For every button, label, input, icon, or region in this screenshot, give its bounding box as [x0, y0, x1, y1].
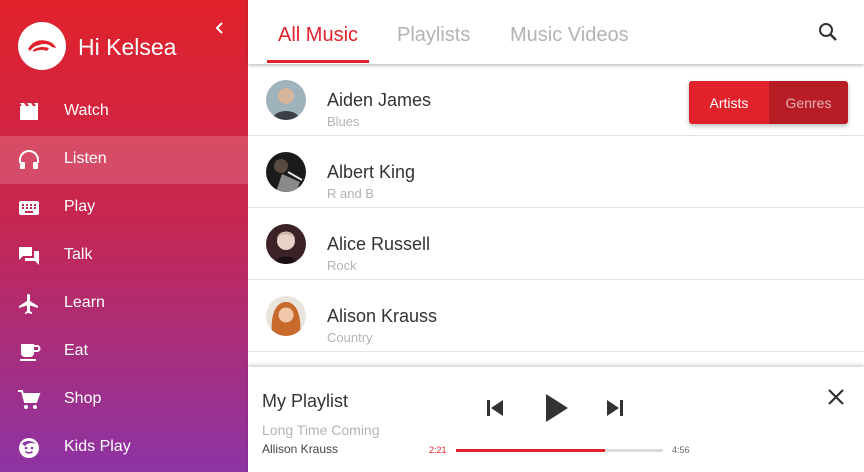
sidebar-header: Hi Kelsea — [0, 0, 248, 88]
artist-name: Aiden James — [327, 90, 432, 110]
avatar — [266, 80, 306, 120]
sidebar-item-label: Listen — [64, 150, 107, 167]
track-artist: Allison Krauss — [262, 442, 339, 456]
artist-name: Albert King — [327, 162, 416, 182]
play-icon[interactable] — [542, 392, 572, 424]
skip-previous-icon[interactable] — [484, 397, 506, 419]
tab-bar: All Music Playlists Music Videos — [248, 0, 864, 64]
progress-fill — [456, 449, 606, 452]
sidebar-item-listen[interactable]: Listen — [0, 136, 248, 184]
artists-toggle-button[interactable]: Artists — [689, 81, 769, 124]
sidebar-nav: Watch Listen Play Talk Learn Eat Shop Ki… — [0, 88, 248, 472]
search-icon[interactable] — [816, 20, 840, 44]
sidebar-item-label: Talk — [64, 246, 93, 263]
sidebar-item-label: Shop — [64, 390, 102, 407]
current-time: 2:21 — [429, 445, 447, 455]
sidebar-item-learn[interactable]: Learn — [0, 280, 248, 328]
sidebar-item-play[interactable]: Play — [0, 184, 248, 232]
sidebar-item-shop[interactable]: Shop — [0, 376, 248, 424]
skip-next-icon[interactable] — [604, 397, 626, 419]
headphones-icon — [19, 150, 39, 169]
artist-genre: R and B — [327, 186, 374, 201]
shopping-cart-icon — [18, 390, 41, 409]
greeting-text: Hi Kelsea — [78, 34, 177, 60]
sidebar-item-label: Play — [64, 198, 96, 215]
tab-playlists[interactable]: Playlists — [397, 24, 470, 47]
total-time: 4:56 — [672, 445, 690, 455]
sidebar-item-label: Learn — [64, 294, 105, 311]
artist-genre: Rock — [327, 258, 357, 273]
playlist-title: My Playlist — [262, 391, 349, 411]
tab-music-videos[interactable]: Music Videos — [510, 24, 629, 47]
avatar — [266, 152, 306, 192]
artist-name: Alison Krauss — [327, 306, 438, 326]
avatar — [266, 224, 306, 264]
sidebar-item-label: Kids Play — [64, 438, 131, 455]
tab-all-music[interactable]: All Music — [278, 24, 358, 47]
main-content: All Music Playlists Music Videos Aiden J… — [248, 0, 864, 472]
progress-bar[interactable] — [456, 449, 663, 452]
sidebar-item-watch[interactable]: Watch — [0, 88, 248, 136]
sidebar: Hi Kelsea Watch Listen Play Talk Learn E… — [0, 0, 248, 472]
list-item[interactable]: Alison Krauss Country — [248, 280, 864, 352]
artists-genres-toggle: Artists Genres — [689, 81, 848, 124]
sidebar-item-talk[interactable]: Talk — [0, 232, 248, 280]
genres-toggle-button[interactable]: Genres — [769, 81, 848, 124]
artist-genre: Country — [327, 330, 373, 345]
sidebar-item-label: Watch — [64, 102, 109, 119]
close-icon[interactable] — [826, 387, 846, 407]
list-item[interactable]: Albert King R and B — [248, 136, 864, 208]
active-tab-indicator — [267, 60, 369, 63]
avatar — [266, 296, 306, 336]
coffee-cup-icon — [20, 344, 41, 361]
sidebar-item-kids-play[interactable]: Kids Play — [0, 424, 248, 472]
sidebar-item-eat[interactable]: Eat — [0, 328, 248, 376]
artist-name: Alice Russell — [327, 234, 431, 254]
track-title: Long Time Coming — [262, 422, 380, 438]
list-item[interactable]: Alice Russell Rock — [248, 208, 864, 280]
child-face-icon — [19, 438, 39, 458]
artist-genre: Blues — [327, 114, 360, 129]
chevron-left-icon[interactable] — [210, 18, 230, 38]
mini-player: My Playlist Long Time Coming Allison Kra… — [248, 367, 864, 472]
film-icon — [20, 103, 38, 120]
virgin-logo — [18, 22, 66, 70]
airplane-icon — [19, 294, 38, 314]
sidebar-item-label: Eat — [64, 342, 89, 359]
chat-icon — [19, 247, 39, 265]
keyboard-icon — [19, 201, 39, 215]
